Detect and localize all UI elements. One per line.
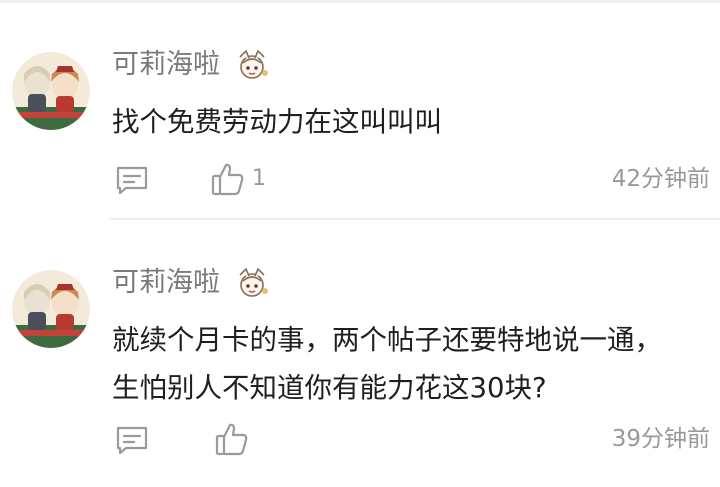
paimon-badge-icon bbox=[232, 45, 272, 85]
avatar-image bbox=[12, 52, 90, 130]
thumbs-up-icon[interactable] bbox=[208, 159, 248, 199]
username[interactable]: 可莉海啦 bbox=[112, 47, 220, 83]
username[interactable]: 可莉海啦 bbox=[112, 265, 220, 301]
comment-bubble-icon[interactable] bbox=[112, 420, 152, 460]
comment-text-line: 生怕别人不知道你有能力花这30块? bbox=[112, 372, 547, 404]
paimon-badge-icon bbox=[232, 263, 272, 303]
comment-text-line: 找个免费劳动力在这叫叫叫 bbox=[112, 106, 442, 138]
avatar[interactable] bbox=[12, 270, 90, 348]
top-divider bbox=[0, 0, 720, 3]
comment-text: 就续个月卡的事，两个帖子还要特地说一通， 生怕别人不知道你有能力花这30块? bbox=[112, 316, 712, 412]
comment-text: 找个免费劳动力在这叫叫叫 bbox=[112, 98, 712, 146]
like-count: 1 bbox=[252, 166, 266, 191]
comment-text-line: 就续个月卡的事，两个帖子还要特地说一通， bbox=[112, 324, 662, 356]
comment-bubble-icon[interactable] bbox=[112, 160, 152, 200]
avatar[interactable] bbox=[12, 52, 90, 130]
timestamp: 39分钟前 bbox=[611, 426, 710, 452]
thumbs-up-icon[interactable] bbox=[212, 419, 252, 459]
avatar-image bbox=[12, 270, 90, 348]
timestamp: 42分钟前 bbox=[611, 166, 710, 192]
comment-divider bbox=[110, 218, 720, 220]
